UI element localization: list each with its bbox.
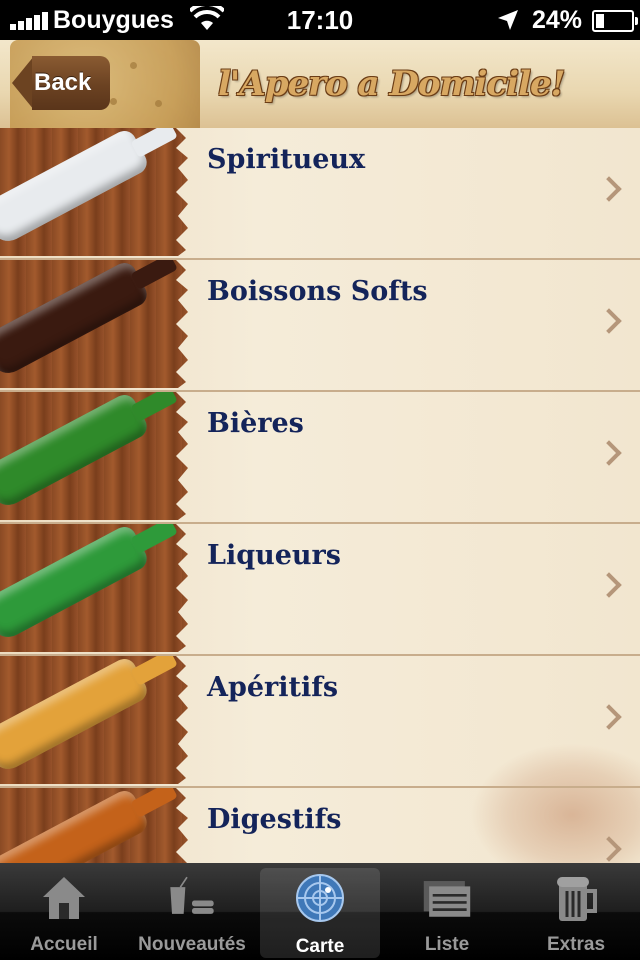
pastis-bottle-icon (0, 656, 188, 784)
tab-nouveautes[interactable]: Nouveautés (128, 863, 256, 960)
vodka-bottle-icon (0, 128, 188, 256)
tab-liste[interactable]: Liste (383, 863, 511, 960)
category-label: Boissons Softs (207, 276, 428, 307)
tab-extras[interactable]: Extras (512, 863, 640, 960)
category-row[interactable]: Apéritifs (0, 656, 640, 788)
beer-bottles-icon (0, 392, 188, 520)
tab-label: Liste (424, 934, 470, 955)
tab-label: Nouveautés (138, 934, 246, 955)
app-logo: l'Apero a Domicile! (218, 64, 566, 104)
back-button-label: Back (32, 56, 110, 110)
list-icon (423, 881, 471, 917)
home-icon (43, 877, 85, 919)
cola-bottle-icon (0, 260, 188, 388)
category-row[interactable]: Spiritueux (0, 128, 640, 260)
category-label: Liqueurs (207, 540, 341, 571)
chevron-right-icon (596, 836, 622, 862)
tab-label: Accueil (30, 934, 98, 955)
status-bar: Bouygues 17:10 24% (0, 0, 640, 40)
new-drinks-icon (170, 876, 214, 914)
category-label: Spiritueux (207, 144, 366, 175)
tab-label: Extras (546, 934, 606, 955)
chevron-right-icon (596, 572, 622, 598)
radar-icon (296, 874, 344, 922)
tab-label: Carte (295, 936, 345, 957)
liqueur-bottle-icon (0, 524, 188, 652)
battery-icon (592, 10, 638, 32)
category-label: Digestifs (207, 804, 342, 835)
category-row[interactable]: Digestifs (0, 788, 640, 863)
category-row[interactable]: Boissons Softs (0, 260, 640, 392)
tab-accueil[interactable]: Accueil (0, 863, 128, 960)
category-list: Spiritueux Boissons Softs Bières Liqueurs Ap… (0, 128, 640, 863)
chevron-right-icon (596, 176, 622, 202)
battery-percent: 24% (532, 6, 583, 34)
cognac-bottle-icon (0, 788, 188, 863)
category-label: Bières (207, 408, 304, 439)
location-arrow-icon (498, 10, 518, 30)
category-row[interactable]: Liqueurs (0, 524, 640, 656)
tab-carte[interactable]: Carte (260, 868, 380, 958)
back-button[interactable]: Back (12, 56, 110, 110)
chevron-right-icon (596, 308, 622, 334)
chevron-right-icon (596, 440, 622, 466)
category-row[interactable]: Bières (0, 392, 640, 524)
tab-bar: Accueil Nouveautés Carte Liste Extras (0, 863, 640, 960)
nav-header: Back l'Apero a Domicile! (0, 40, 640, 128)
beer-mug-icon (557, 877, 597, 921)
category-label: Apéritifs (207, 672, 339, 703)
chevron-right-icon (596, 704, 622, 730)
